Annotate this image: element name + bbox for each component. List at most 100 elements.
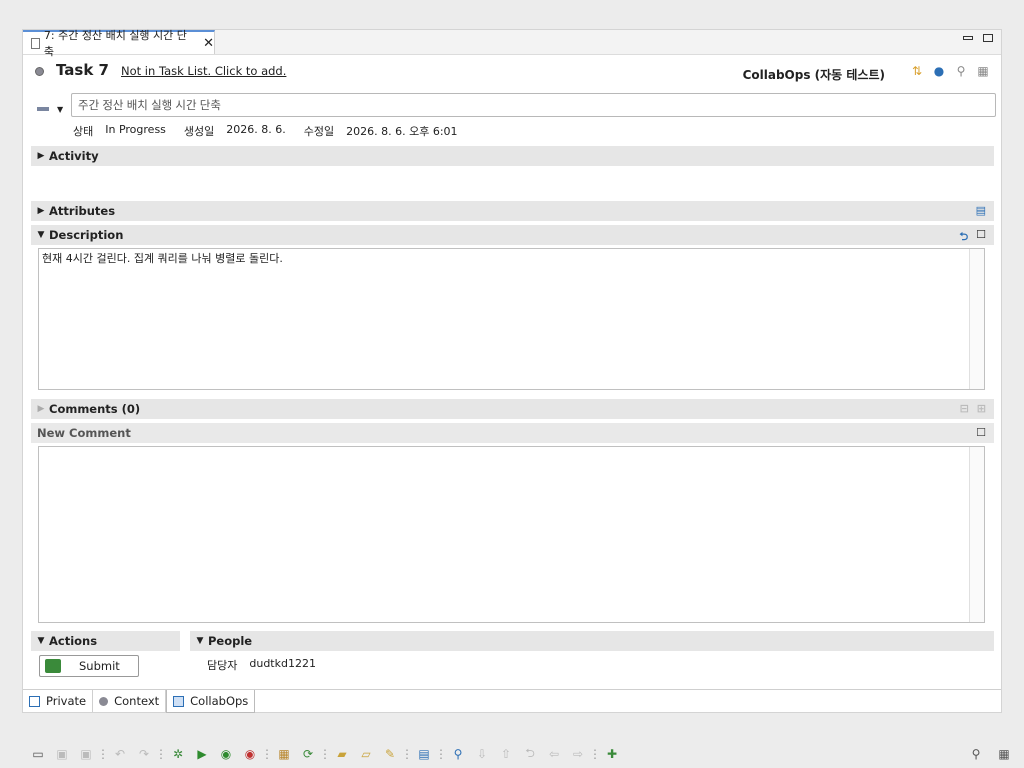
collapse-icon: ▼	[37, 636, 45, 646]
open-folder-icon[interactable]: ▰	[334, 746, 350, 762]
task-editor: 7: 주간 정산 배치 실행 시간 단축 ✕ Task 7 Not in Tas…	[22, 29, 1002, 713]
description-scrollbar[interactable]	[969, 249, 984, 389]
submit-button[interactable]: Submit	[39, 655, 139, 677]
context-icon	[99, 696, 109, 706]
link-icon[interactable]: ⚲	[450, 746, 466, 762]
submit-icon	[45, 659, 61, 673]
task-meta: 상태 In Progress 생성일 2026. 8. 6. 수정일 2026.…	[73, 123, 458, 139]
window-controls	[963, 34, 993, 42]
main-toolbar: ▭ ▣ ▣ ⋮ ↶ ↷ ⋮ ✲ ▶ ◉ ◉ ⋮ ▦ ⟳ ⋮ ▰ ▱ ✎ ⋮ ▤ …	[0, 740, 1024, 768]
previous-annotation-icon[interactable]: ⇧	[498, 746, 514, 762]
description-textarea[interactable]: 현재 4시간 걸린다. 집계 쿼리를 나눠 병렬로 돌린다.	[38, 248, 985, 390]
task-header: Task 7 Not in Task List. Click to add. C…	[23, 54, 1001, 86]
calendar-icon[interactable]: ▦	[975, 63, 991, 79]
status-label: 상태	[73, 125, 94, 138]
search-icon[interactable]: ⚲	[968, 746, 984, 762]
add-to-task-list-link[interactable]: Not in Task List. Click to add.	[121, 64, 286, 78]
assignee-label: 담당자	[207, 659, 238, 672]
last-edit-icon[interactable]: ⮌	[522, 746, 538, 762]
tab-context[interactable]: Context	[93, 690, 167, 712]
maximize-text-icon[interactable]: ☐	[976, 426, 986, 439]
assignee-row: 담당자 dudtkd1221	[207, 657, 316, 673]
new-comment-section-header[interactable]: New Comment ☐	[31, 423, 994, 443]
search-icon[interactable]: ⚲	[953, 63, 969, 79]
priority-icon[interactable]	[37, 107, 49, 111]
monitor-icon[interactable]: ▤	[416, 746, 432, 762]
open-perspective-icon[interactable]: ▦	[996, 746, 1012, 762]
attributes-section-header[interactable]: ▶ Attributes ▤	[31, 201, 994, 221]
activity-section-title: Activity	[49, 149, 99, 163]
chevron-down-icon[interactable]: ▼	[57, 105, 63, 114]
task-status-dot-icon	[35, 67, 44, 76]
synchronize-icon[interactable]: ⇅	[909, 63, 925, 79]
back-icon[interactable]: ⇦	[546, 746, 562, 762]
toolbar-right: ⚲ ▦	[968, 746, 1012, 762]
private-icon	[29, 695, 40, 707]
submit-button-label: Submit	[79, 659, 120, 673]
summary-row: ▼	[23, 93, 1001, 119]
toolbar-separator: ⋮	[155, 747, 167, 761]
new-comment-textarea[interactable]	[38, 446, 985, 623]
expand-icon: ▶	[37, 404, 45, 414]
modified-label: 수정일	[303, 125, 335, 138]
collapse-all-icon[interactable]: ⊟	[960, 402, 969, 415]
maximize-icon[interactable]	[983, 34, 993, 42]
created-value: 2026. 8. 6.	[226, 123, 286, 136]
comments-section-header[interactable]: ▶ Comments (0) ⊟ ⊞	[31, 399, 994, 419]
actions-section-title: Actions	[49, 634, 98, 648]
toolbar-separator: ⋮	[97, 747, 109, 761]
refresh-icon[interactable]: ⟳	[300, 746, 316, 762]
task-doc-icon	[31, 37, 40, 49]
expand-all-icon[interactable]: ⊞	[977, 402, 986, 415]
new-icon[interactable]: ▭	[30, 746, 46, 762]
pen-icon[interactable]: ✎	[382, 746, 398, 762]
forward-icon[interactable]: ⇨	[570, 746, 586, 762]
summary-input[interactable]	[71, 93, 996, 117]
minimize-icon[interactable]	[963, 36, 973, 40]
attributes-edit-icon[interactable]: ▤	[976, 204, 986, 217]
editor-tab[interactable]: 7: 주간 정산 배치 실행 시간 단축 ✕	[23, 29, 215, 58]
modified-value: 2026. 8. 6. 오후 6:01	[346, 125, 458, 138]
description-section-title: Description	[49, 228, 124, 242]
description-text: 현재 4시간 걸린다. 집계 쿼리를 나눠 병렬로 돌린다.	[42, 252, 283, 265]
status-value: In Progress	[105, 123, 166, 136]
task-title: Task 7	[56, 61, 109, 79]
expand-icon: ▶	[37, 206, 45, 216]
actions-section-header[interactable]: ▼ Actions	[31, 631, 180, 651]
activity-section-header[interactable]: ▶ Activity	[31, 146, 994, 166]
browser-icon[interactable]: ●	[931, 63, 947, 79]
toolbar-separator: ⋮	[319, 747, 331, 761]
tab-private[interactable]: Private	[23, 690, 94, 712]
tab-collabops-label: CollabOps	[190, 694, 249, 708]
run-config-icon[interactable]: ◉	[218, 746, 234, 762]
folder-icon[interactable]: ▱	[358, 746, 374, 762]
repository-name: CollabOps (자동 테스트)	[742, 68, 885, 82]
redo-icon[interactable]: ↷	[136, 746, 152, 762]
new-task-icon[interactable]: ✚	[604, 746, 620, 762]
description-section-header[interactable]: ▼ Description ⮌ ☐	[31, 225, 994, 245]
new-comment-section-title: New Comment	[37, 426, 131, 440]
tab-private-label: Private	[46, 694, 87, 708]
comments-section-title: Comments (0)	[49, 402, 141, 416]
debug-icon[interactable]: ✲	[170, 746, 186, 762]
database-icon	[173, 695, 185, 707]
people-section-header[interactable]: ▼ People	[190, 631, 994, 651]
tab-collabops[interactable]: CollabOps	[166, 690, 256, 713]
toolbar-separator: ⋮	[401, 747, 413, 761]
reply-icon[interactable]: ⮌	[959, 228, 968, 247]
run-icon[interactable]: ▶	[194, 746, 210, 762]
toolbar-separator: ⋮	[435, 747, 447, 761]
package-icon[interactable]: ▦	[276, 746, 292, 762]
save-icon[interactable]: ▣	[54, 746, 70, 762]
header-toolbar: ⇅ ● ⚲ ▦	[909, 63, 991, 79]
assignee-value: dudtkd1221	[249, 657, 316, 670]
toolbar-separator: ⋮	[261, 747, 273, 761]
save-all-icon[interactable]: ▣	[78, 746, 94, 762]
maximize-text-icon[interactable]: ☐	[976, 228, 986, 247]
close-tab-icon[interactable]: ✕	[203, 36, 214, 51]
new-comment-scrollbar[interactable]	[969, 447, 984, 622]
stop-icon[interactable]: ◉	[242, 746, 258, 762]
people-section-title: People	[208, 634, 253, 648]
undo-icon[interactable]: ↶	[112, 746, 128, 762]
next-annotation-icon[interactable]: ⇩	[474, 746, 490, 762]
